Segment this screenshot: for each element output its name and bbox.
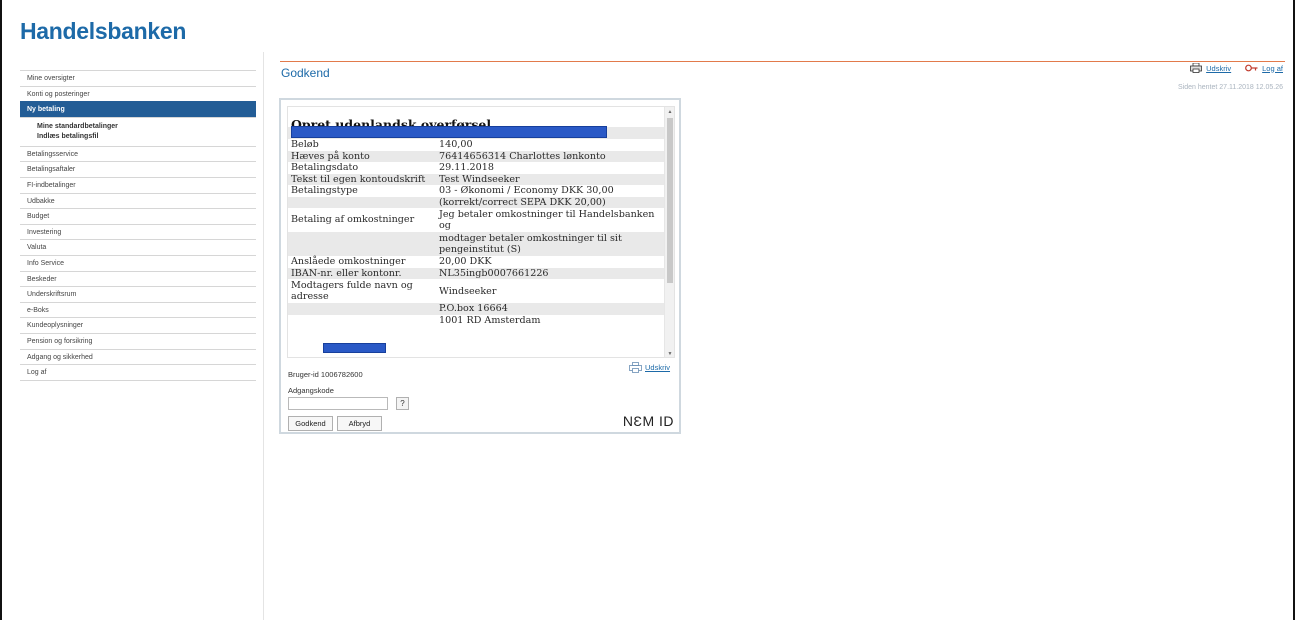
redaction-bar xyxy=(291,126,607,138)
table-row: Betaling af omkostninger Jeg betaler omko… xyxy=(288,208,666,232)
row-value: 29.11.2018 xyxy=(439,162,494,173)
row-value: Windseeker xyxy=(439,285,497,297)
approve-button[interactable]: Godkend xyxy=(288,416,333,431)
transfer-rows: Opret udenlandsk overførsel Beløb 140,00 … xyxy=(288,107,666,326)
row-label: Beløb xyxy=(291,139,319,150)
sidebar-item-investering[interactable]: Investering xyxy=(20,223,256,240)
sidebar-item-budget[interactable]: Budget xyxy=(20,208,256,224)
row-label: Modtagers fulde navn og adresse xyxy=(291,280,413,302)
row-label: Betaling af omkostninger xyxy=(291,214,415,226)
page-title: Godkend xyxy=(281,66,330,80)
row-label: Betalingsdato xyxy=(291,162,359,173)
password-label: Adgangskode xyxy=(288,386,334,395)
column-divider xyxy=(263,52,264,620)
row-label: Anslåede omkostninger xyxy=(291,256,406,267)
table-row: Anslåede omkostninger 20,00 DKK xyxy=(288,256,666,268)
row-label: IBAN-nr. eller kontonr. xyxy=(291,267,402,279)
table-row: 1001 RD Amsterdam xyxy=(288,315,666,327)
print-link-label: Udskriv xyxy=(1206,63,1232,73)
row-value: 140,00 xyxy=(439,139,473,150)
logout-link[interactable]: Log af xyxy=(1245,64,1283,73)
printer-icon xyxy=(629,362,642,373)
scroll-up-arrow-icon[interactable]: ▲ xyxy=(665,107,674,117)
sidebar-subitem-indlaes-betalingsfil[interactable]: Indlæs betalingsfil xyxy=(37,132,256,142)
row-label: Hæves på konto xyxy=(291,150,370,162)
password-input[interactable] xyxy=(288,397,388,410)
sidebar-item-betalingsaftaler[interactable]: Betalingsaftaler xyxy=(20,161,256,177)
scroll-thumb[interactable] xyxy=(667,118,673,283)
cancel-button[interactable]: Afbryd xyxy=(337,416,382,431)
top-actions: Udskriv Log af xyxy=(1190,63,1283,73)
row-value: NL35ingb0007661226 xyxy=(439,267,549,279)
header-rule xyxy=(280,61,1285,62)
row-value: modtager betaler omkostninger til sit pe… xyxy=(439,233,622,255)
sidebar-item-ny-betaling[interactable]: Ny betaling xyxy=(20,101,256,117)
table-row: Betalingstype 03 - Økonomi / Economy DKK … xyxy=(288,185,666,197)
row-value: (korrekt/correct SEPA DKK 20,00) xyxy=(439,196,606,208)
nemid-approval-panel: Opret udenlandsk overførsel Beløb 140,00 … xyxy=(279,98,681,434)
sidebar-item-kundeoplysninger[interactable]: Kundeoplysninger xyxy=(20,317,256,333)
sidebar-item-underskriftsrum[interactable]: Underskriftsrum xyxy=(20,286,256,302)
sidebar-nav: Mine oversigter Konti og posteringer Ny … xyxy=(20,70,256,381)
sidebar-item-info-service[interactable]: Info Service xyxy=(20,254,256,271)
table-row: IBAN-nr. eller kontonr. NL35ingb000766122… xyxy=(288,267,666,279)
sidebar-item-adgang[interactable]: Adgang og sikkerhed xyxy=(20,348,256,365)
window-border-left xyxy=(0,0,2,620)
nemid-print-link[interactable]: Udskriv xyxy=(629,362,670,373)
table-row: Modtagers fulde navn og adresse Windseeke… xyxy=(288,279,666,303)
table-row: modtager betaler omkostninger til sit pe… xyxy=(288,232,666,256)
sidebar-subitem-standardbetalinger[interactable]: Mine standardbetalinger xyxy=(37,122,256,132)
user-id-text: Bruger-id 1006782600 xyxy=(288,370,363,379)
table-row: Tekst til egen kontoudskrift Test Windsee… xyxy=(288,173,666,185)
sidebar-item-valuta[interactable]: Valuta xyxy=(20,239,256,255)
sidebar-item-e-boks[interactable]: e-Boks xyxy=(20,301,256,318)
key-icon xyxy=(1245,64,1258,72)
nemid-print-label: Udskriv xyxy=(645,363,671,372)
page-timestamp: Siden hentet 27.11.2018 12.05.26 xyxy=(1178,84,1283,91)
row-value: 20,00 DKK xyxy=(439,256,492,267)
sidebar-item-udbakke[interactable]: Udbakke xyxy=(20,192,256,209)
sidebar-item-beskeder[interactable]: Beskeder xyxy=(20,270,256,287)
table-row: P.O.box 16664 xyxy=(288,303,666,315)
row-label: Tekst til egen kontoudskrift xyxy=(291,173,426,185)
sidebar-item-betalingsservice[interactable]: Betalingsservice xyxy=(20,145,256,162)
logout-link-label: Log af xyxy=(1262,63,1283,73)
row-value: P.O.box 16664 xyxy=(439,303,508,314)
table-row: Betalingsdato 29.11.2018 xyxy=(288,162,666,174)
sidebar-item-fi-indbetalinger[interactable]: FI-indbetalinger xyxy=(20,176,256,193)
sidebar-item-konti[interactable]: Konti og posteringer xyxy=(20,85,256,102)
row-value: 76414656314 Charlottes lønkonto xyxy=(439,150,606,162)
table-row: Beløb 140,00 xyxy=(288,139,666,151)
row-label: Betalingstype xyxy=(291,185,358,196)
nemid-logo: NƐM ID xyxy=(622,413,674,429)
redaction-bar xyxy=(323,343,386,353)
transfer-heading: Opret udenlandsk overførsel xyxy=(291,117,492,132)
table-row: Hæves på konto 76414656314 Charlottes løn… xyxy=(288,150,666,162)
scrollbar[interactable]: ▲ ▼ xyxy=(664,107,674,357)
row-value: Test Windseeker xyxy=(439,173,520,185)
row-value: 03 - Økonomi / Economy DKK 30,00 xyxy=(439,185,614,196)
sidebar-divider xyxy=(20,379,256,381)
printer-icon xyxy=(1190,63,1203,73)
sidebar-submenu: Mine standardbetalinger Indlæs betalings… xyxy=(20,116,256,146)
print-link[interactable]: Udskriv xyxy=(1190,63,1231,73)
row-value: Jeg betaler omkostninger til Handelsbank… xyxy=(439,209,655,231)
sidebar-item-log-af[interactable]: Log af xyxy=(20,364,256,380)
scroll-down-arrow-icon[interactable]: ▼ xyxy=(665,349,674,357)
help-button[interactable]: ? xyxy=(396,397,409,410)
row-value: 1001 RD Amsterdam xyxy=(439,314,541,326)
bank-logo[interactable]: Handelsbanken xyxy=(20,18,186,45)
transfer-summary[interactable]: Opret udenlandsk overførsel Beløb 140,00 … xyxy=(287,106,675,358)
table-row: (korrekt/correct SEPA DKK 20,00) xyxy=(288,196,666,208)
sidebar-item-pension[interactable]: Pension og forsikring xyxy=(20,332,256,349)
sidebar-item-mine-oversigter[interactable]: Mine oversigter xyxy=(20,70,256,86)
